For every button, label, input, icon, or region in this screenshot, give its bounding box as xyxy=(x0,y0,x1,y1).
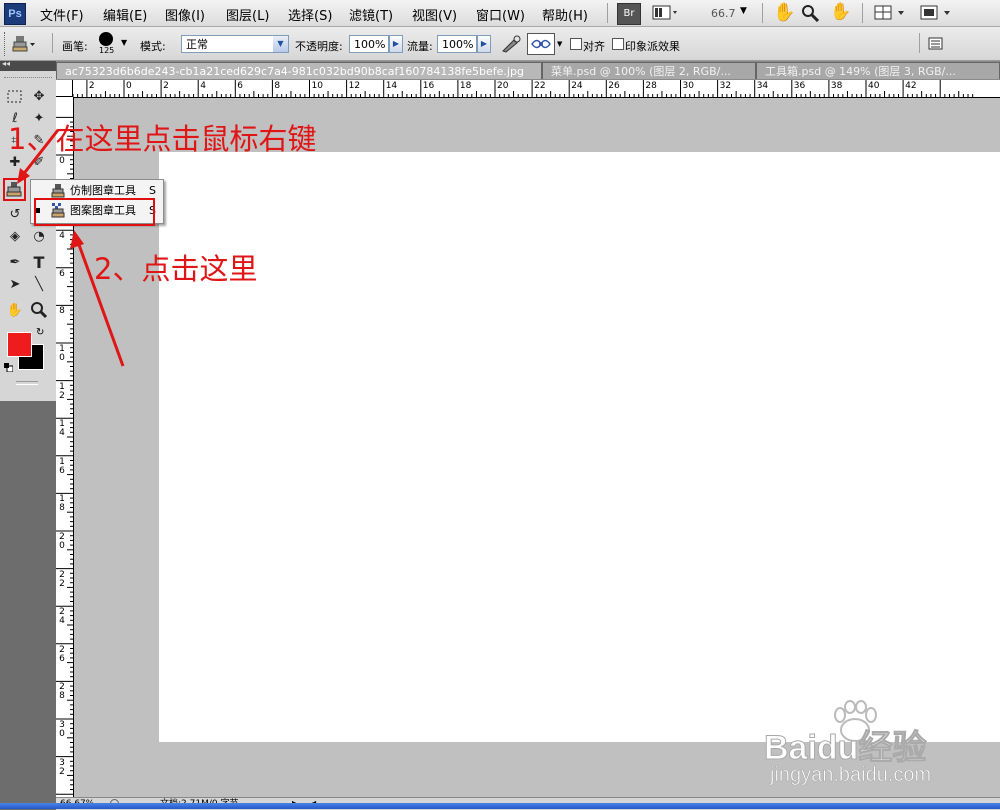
arrowhead-icon xyxy=(70,230,84,249)
arrow-to-flyout-item xyxy=(76,241,125,367)
baidu-watermark: Baidu经验 jingyan.baidu.com xyxy=(760,700,1000,795)
arrow-to-stamp-tool xyxy=(20,129,60,177)
watermark-brand: Baidu经验 xyxy=(763,729,927,768)
annotation-arrows xyxy=(17,129,125,367)
watermark-url: jingyan.baidu.com xyxy=(770,764,932,787)
